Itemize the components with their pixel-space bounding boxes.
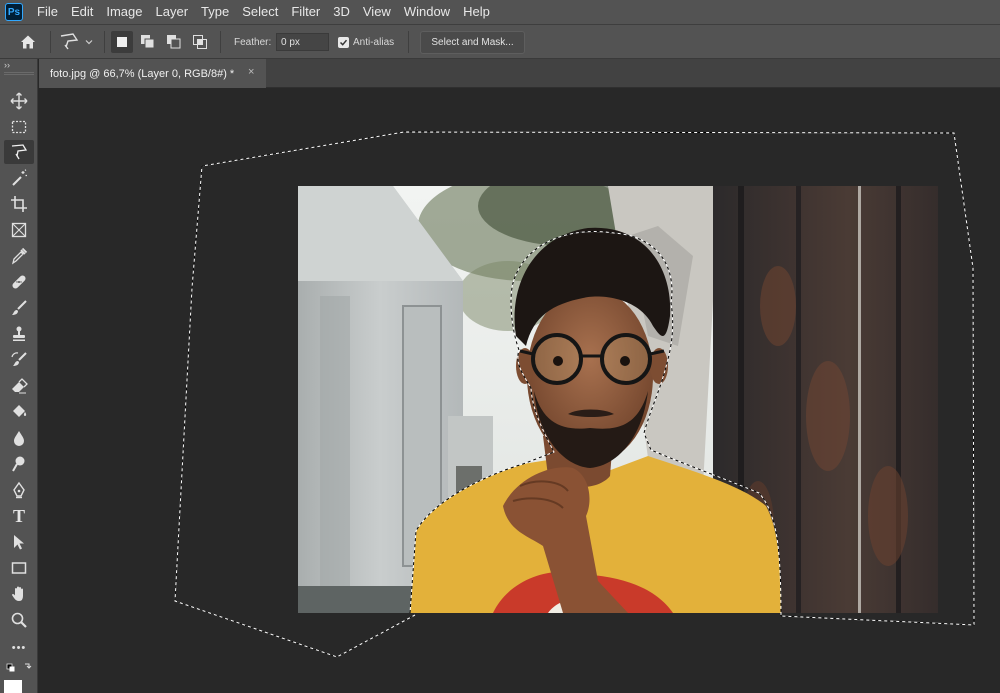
history-brush-tool[interactable] bbox=[4, 348, 34, 372]
eyedropper-icon bbox=[11, 247, 28, 265]
intersect-selection-icon bbox=[193, 35, 207, 49]
eraser-icon bbox=[12, 378, 28, 394]
move-tool[interactable] bbox=[4, 89, 34, 113]
dodge-icon bbox=[12, 456, 25, 472]
foreground-color-swatch[interactable] bbox=[4, 680, 22, 693]
tool-preset-picker[interactable] bbox=[58, 25, 98, 59]
new-selection-icon bbox=[117, 37, 127, 47]
menu-filter[interactable]: Filter bbox=[285, 0, 327, 24]
magic-wand-tool[interactable] bbox=[4, 166, 34, 190]
hand-icon bbox=[12, 586, 23, 601]
home-icon bbox=[21, 35, 35, 49]
clone-stamp-icon bbox=[13, 326, 25, 341]
tools-panel: ›› T ••• bbox=[0, 59, 38, 693]
menu-3d[interactable]: 3D bbox=[327, 0, 357, 24]
hand-tool[interactable] bbox=[4, 582, 34, 606]
photoshop-window: Ps File Edit Image Layer Type Select Fil… bbox=[0, 0, 1000, 693]
collapse-panel-icon[interactable]: ›› bbox=[4, 60, 10, 70]
frame-tool[interactable] bbox=[4, 218, 34, 242]
menu-layer[interactable]: Layer bbox=[150, 0, 196, 24]
blur-tool[interactable] bbox=[4, 426, 34, 450]
canvas-area[interactable] bbox=[39, 88, 1000, 693]
eyedropper-tool[interactable] bbox=[4, 244, 34, 268]
panel-grip[interactable] bbox=[4, 72, 34, 75]
checkmark-icon bbox=[339, 39, 348, 46]
menu-edit[interactable]: Edit bbox=[65, 0, 100, 24]
document-tab-title: foto.jpg @ 66,7% (Layer 0, RGB/8#) * bbox=[50, 67, 235, 80]
separator bbox=[50, 31, 51, 53]
default-colors-toggle[interactable] bbox=[4, 661, 34, 675]
shape-tool[interactable] bbox=[4, 556, 34, 580]
path-selection-arrow-icon bbox=[14, 535, 24, 550]
magnifier-icon bbox=[11, 612, 27, 628]
rectangle-icon bbox=[11, 562, 27, 574]
chevron-down-icon bbox=[85, 40, 93, 45]
brush-icon bbox=[12, 300, 27, 315]
rectangular-marquee-icon bbox=[11, 120, 27, 134]
path-selection-tool[interactable] bbox=[4, 530, 34, 554]
pen-tool[interactable] bbox=[4, 478, 34, 502]
polygonal-lasso-icon bbox=[60, 33, 79, 50]
menu-window[interactable]: Window bbox=[398, 0, 457, 24]
menu-file[interactable]: File bbox=[31, 0, 65, 24]
new-selection-button[interactable] bbox=[111, 31, 133, 53]
eraser-tool[interactable] bbox=[4, 374, 34, 398]
paint-bucket-tool[interactable] bbox=[4, 400, 34, 424]
separator bbox=[220, 31, 221, 53]
document-tab[interactable]: foto.jpg @ 66,7% (Layer 0, RGB/8#) * × bbox=[39, 59, 266, 88]
antialias-checkbox[interactable] bbox=[338, 37, 349, 48]
swap-colors-icon bbox=[6, 663, 32, 672]
separator bbox=[408, 31, 409, 53]
home-button[interactable] bbox=[16, 25, 40, 59]
options-bar: Feather: Anti-alias Select and Mask... bbox=[0, 24, 1000, 59]
type-tool[interactable]: T bbox=[4, 504, 34, 528]
antialias-label: Anti-alias bbox=[353, 36, 395, 48]
separator bbox=[104, 31, 105, 53]
feather-label: Feather: bbox=[234, 36, 272, 48]
lasso-tool[interactable] bbox=[4, 140, 34, 164]
brush-tool[interactable] bbox=[4, 296, 34, 320]
frame-icon bbox=[11, 222, 27, 238]
crop-tool[interactable] bbox=[4, 192, 34, 216]
pen-icon bbox=[13, 481, 25, 499]
zoom-tool[interactable] bbox=[4, 608, 34, 632]
polygonal-lasso-icon bbox=[11, 144, 28, 160]
menu-help[interactable]: Help bbox=[457, 0, 497, 24]
select-and-mask-button[interactable]: Select and Mask... bbox=[420, 31, 525, 54]
magic-wand-icon bbox=[12, 169, 27, 186]
subtract-selection-icon bbox=[167, 35, 181, 49]
marquee-tool[interactable] bbox=[4, 115, 34, 139]
lasso-selection-outline bbox=[174, 131, 975, 658]
menu-select[interactable]: Select bbox=[236, 0, 285, 24]
intersect-selection-button[interactable] bbox=[189, 31, 211, 53]
subtract-from-selection-button[interactable] bbox=[163, 31, 185, 53]
menu-type[interactable]: Type bbox=[195, 0, 236, 24]
spot-healing-icon bbox=[12, 275, 26, 289]
add-to-selection-icon bbox=[141, 35, 155, 49]
healing-brush-tool[interactable] bbox=[4, 270, 34, 294]
close-tab-icon[interactable]: × bbox=[248, 66, 254, 78]
document-tab-bar: foto.jpg @ 66,7% (Layer 0, RGB/8#) * × bbox=[39, 59, 1000, 88]
menu-bar: Ps File Edit Image Layer Type Select Fil… bbox=[0, 0, 1000, 24]
move-icon bbox=[10, 92, 28, 110]
feather-input[interactable] bbox=[276, 33, 329, 51]
add-to-selection-button[interactable] bbox=[137, 31, 159, 53]
menu-image[interactable]: Image bbox=[100, 0, 149, 24]
menu-view[interactable]: View bbox=[357, 0, 398, 24]
clone-stamp-tool[interactable] bbox=[4, 322, 34, 346]
crop-icon bbox=[11, 196, 27, 212]
history-brush-icon bbox=[11, 352, 27, 366]
photoshop-logo-icon[interactable]: Ps bbox=[5, 3, 23, 21]
more-tools-button[interactable]: ••• bbox=[4, 636, 34, 660]
paint-bucket-icon bbox=[13, 405, 27, 417]
water-drop-icon bbox=[14, 431, 24, 446]
dodge-tool[interactable] bbox=[4, 452, 34, 476]
